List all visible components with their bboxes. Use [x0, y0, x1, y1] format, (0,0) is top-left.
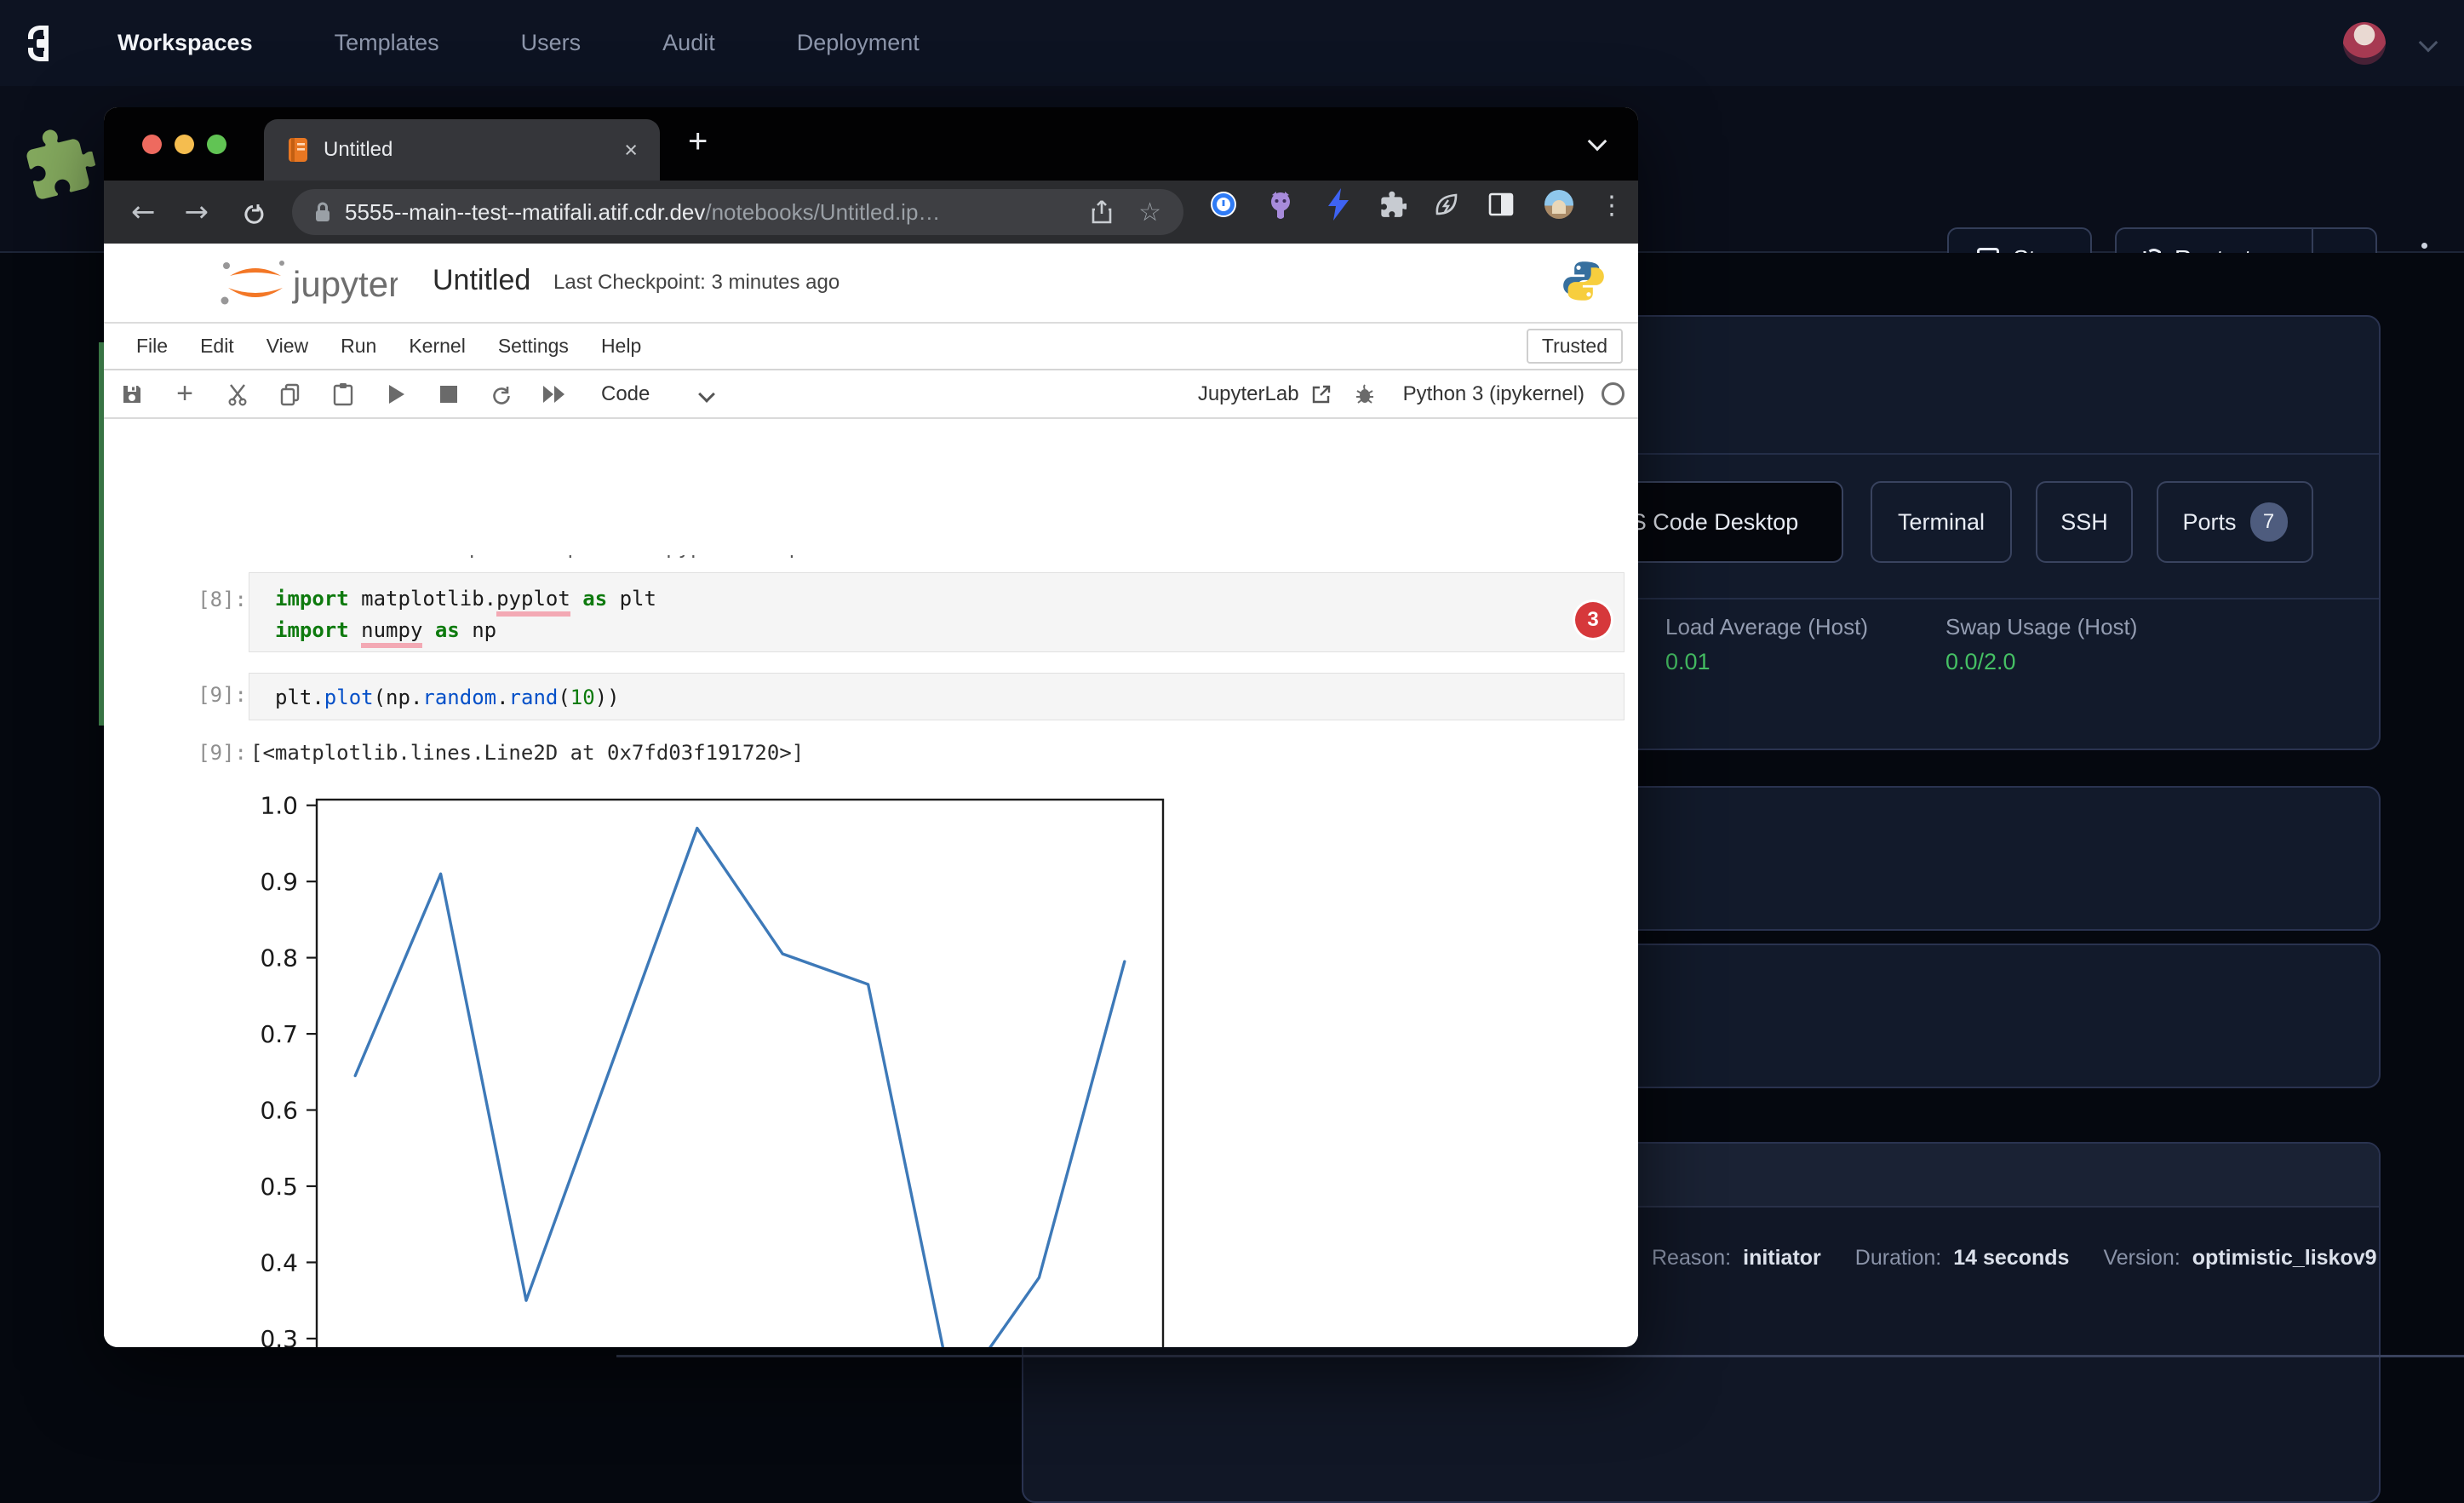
lock-icon: [314, 201, 331, 223]
restart-run-all-icon[interactable]: [536, 376, 572, 412]
url-bar[interactable]: 5555--main--test--matifali.atif.cdr.dev/…: [292, 189, 1183, 235]
jupyter-header: jupyter Untitled Last Checkpoint: 3 minu…: [104, 244, 1638, 324]
jupyter-page: jupyter Untitled Last Checkpoint: 3 minu…: [104, 244, 1638, 1347]
minimize-window-button[interactable]: [175, 135, 194, 154]
avatar[interactable]: [2343, 22, 2386, 65]
browser-tab-untitled[interactable]: Untitled ×: [264, 119, 660, 181]
tab-close-icon[interactable]: ×: [624, 137, 638, 163]
external-link-icon: [1311, 384, 1332, 404]
ports-count-badge: 7: [2250, 502, 2288, 542]
coder-top-nav: Workspaces Templates Users Audit Deploym…: [0, 0, 2464, 86]
menu-kernel[interactable]: Kernel: [409, 335, 465, 358]
cell-type-dropdown[interactable]: Code: [601, 382, 713, 406]
user-menu-chevron-icon[interactable]: [2419, 33, 2438, 53]
svg-text:0.6: 0.6: [260, 1097, 298, 1125]
code-line: import matplotlib.pyplot as plt: [275, 583, 1624, 615]
share-icon[interactable]: [1091, 199, 1113, 225]
kernel-status-icon[interactable]: [1602, 382, 1625, 405]
browser-profile-avatar[interactable]: [1544, 190, 1573, 219]
cut-cell-icon[interactable]: [220, 376, 255, 412]
menu-view[interactable]: View: [266, 335, 308, 358]
svg-text:0.7: 0.7: [260, 1020, 298, 1048]
code-line: import numpy as np: [275, 615, 1624, 646]
lightning-bolt-extension-icon[interactable]: [1327, 188, 1350, 221]
nav-item-audit[interactable]: Audit: [662, 30, 715, 56]
browser-kebab-menu-icon[interactable]: ⋮: [1599, 191, 1625, 221]
notebook-title[interactable]: Untitled: [433, 264, 530, 297]
maximize-window-button[interactable]: [207, 135, 226, 154]
cell-type-chevron-icon: [698, 386, 715, 403]
browser-window: Untitled × + ← → 5555--main--test--matif…: [104, 107, 1638, 1347]
stat-swap-usage: Swap Usage (Host) 0.0/2.0: [1945, 614, 2137, 675]
output-prompt: [9]:: [183, 741, 247, 765]
nav-item-templates[interactable]: Templates: [335, 30, 439, 56]
svg-text:0.3: 0.3: [260, 1325, 298, 1347]
svg-text:0.4: 0.4: [260, 1248, 298, 1276]
stat-load-average: Load Average (Host) 0.01: [1665, 614, 1868, 675]
build-info-row: Reason: initiator Duration: 14 seconds V…: [1652, 1246, 2377, 1271]
url-host: 5555--main--test--matifali.atif.cdr.dev: [345, 199, 705, 226]
save-icon[interactable]: [114, 376, 150, 412]
app-button-ssh[interactable]: SSH: [2036, 481, 2133, 563]
nav-item-users[interactable]: Users: [521, 30, 582, 56]
jupyter-toolbar: + Code: [104, 370, 1638, 419]
debugger-bug-icon[interactable]: [1347, 376, 1383, 412]
nav-item-deployment[interactable]: Deployment: [797, 30, 920, 56]
cell8-input[interactable]: import matplotlib.pyplot as plt import n…: [249, 572, 1625, 652]
svg-text:0.5: 0.5: [260, 1173, 298, 1201]
menu-settings[interactable]: Settings: [498, 335, 569, 358]
new-tab-button[interactable]: +: [688, 123, 708, 161]
tab-title: Untitled: [324, 138, 393, 162]
jupyter-menu-bar: File Edit View Run Kernel Settings Help …: [104, 324, 1638, 370]
cell9-prompt: [9]:: [183, 683, 247, 707]
github-octocat-extension-icon[interactable]: [1265, 190, 1296, 221]
tab-search-chevron-icon[interactable]: [1588, 132, 1607, 152]
python-logo-icon: [1561, 259, 1606, 303]
paste-cell-icon[interactable]: [325, 376, 361, 412]
svg-text:jupyter: jupyter: [291, 264, 398, 304]
notification-badge[interactable]: 3: [1575, 602, 1611, 638]
trusted-badge[interactable]: Trusted: [1527, 329, 1623, 364]
notebook-favicon: [288, 137, 308, 163]
bookmark-star-icon[interactable]: ☆: [1138, 198, 1161, 227]
menu-file[interactable]: File: [136, 335, 168, 358]
leaf-extension-icon[interactable]: [1432, 190, 1461, 219]
svg-text:0.8: 0.8: [260, 944, 298, 972]
app-button-terminal[interactable]: Terminal: [1871, 481, 2012, 563]
bottom-divider: [616, 1355, 2464, 1357]
menu-run[interactable]: Run: [341, 335, 376, 358]
close-window-button[interactable]: [142, 135, 162, 154]
cell8-prompt: [8]:: [183, 588, 247, 611]
code-line: plt.plot(np.random.rand(10)): [275, 682, 1624, 714]
matplotlib-figure: 0.20.30.40.50.60.70.80.91.002468: [317, 800, 1163, 1347]
password-manager-extension-icon[interactable]: [1209, 190, 1238, 219]
menu-help[interactable]: Help: [601, 335, 641, 358]
svg-text:1.0: 1.0: [260, 792, 298, 820]
url-path: /notebooks/Untitled.ip…: [705, 199, 940, 226]
side-panel-extension-icon[interactable]: [1488, 192, 1514, 217]
coder-logo[interactable]: [19, 24, 58, 63]
extensions-puzzle-icon[interactable]: [1379, 191, 1407, 218]
checkpoint-status: Last Checkpoint: 3 minutes ago: [553, 271, 839, 295]
jupyter-logo: jupyter: [215, 255, 398, 312]
svg-text:0.9: 0.9: [260, 868, 298, 896]
scrolled-cell-sliver: import matplotlib.pyplot as plt: [249, 555, 1625, 566]
output-repr-text: [<matplotlib.lines.Line2D at 0x7fd03f191…: [250, 741, 804, 765]
interrupt-kernel-icon[interactable]: [431, 376, 467, 412]
reload-icon[interactable]: [239, 199, 265, 225]
add-cell-icon[interactable]: +: [167, 376, 203, 412]
back-icon[interactable]: ←: [131, 195, 156, 229]
kernel-name[interactable]: Python 3 (ipykernel): [1403, 382, 1584, 406]
nav-item-workspaces[interactable]: Workspaces: [117, 30, 253, 56]
menu-edit[interactable]: Edit: [200, 335, 234, 358]
template-puzzle-icon: [16, 119, 100, 204]
run-cell-icon[interactable]: [378, 376, 414, 412]
browser-tab-strip: Untitled × +: [104, 107, 1638, 181]
cell9-input[interactable]: plt.plot(np.random.rand(10)): [249, 673, 1625, 720]
forward-icon[interactable]: →: [185, 195, 209, 229]
restart-kernel-icon[interactable]: [484, 376, 519, 412]
app-button-ports[interactable]: Ports 7: [2157, 481, 2313, 563]
open-jupyterlab-link[interactable]: JupyterLab: [1198, 382, 1332, 406]
copy-cell-icon[interactable]: [272, 376, 308, 412]
